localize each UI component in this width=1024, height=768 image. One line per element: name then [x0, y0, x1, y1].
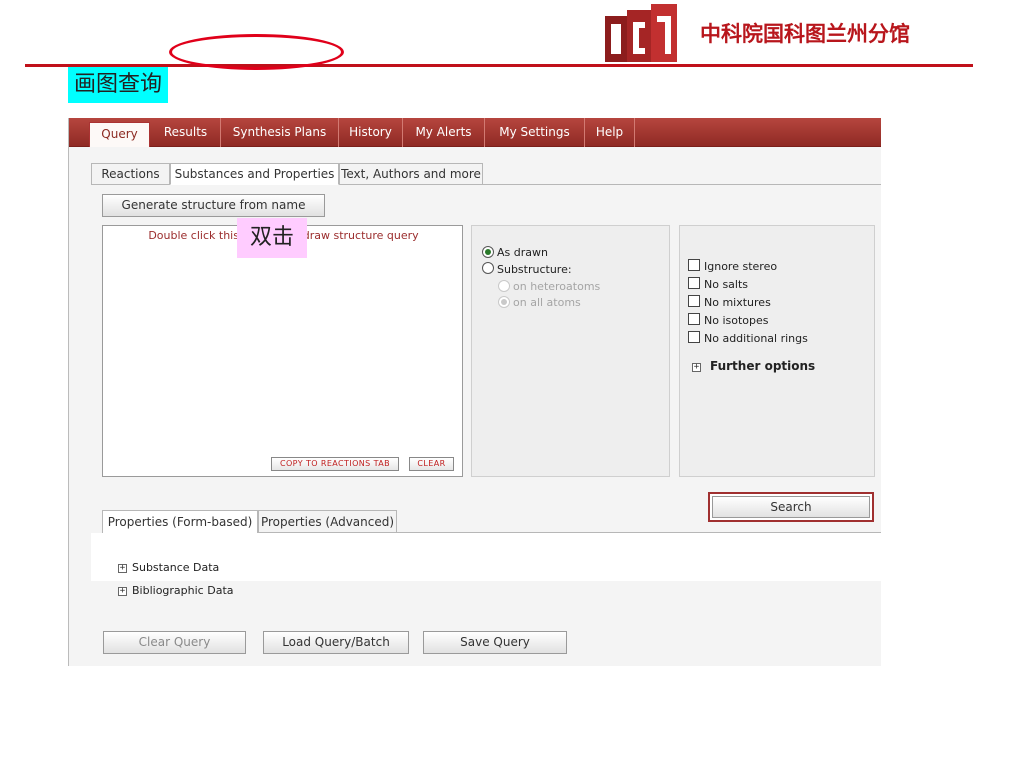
no-isotopes-label: No isotopes	[704, 314, 769, 327]
on-heteroatoms-radio	[498, 280, 510, 292]
further-options-link[interactable]: Further options	[710, 359, 815, 373]
tab-substances-and-properties[interactable]: Substances and Properties	[170, 163, 339, 185]
nav-synthesis-plans[interactable]: Synthesis Plans	[221, 118, 339, 147]
on-all-atoms-radio	[498, 296, 510, 308]
organization-name: 中科院国科图兰州分馆	[700, 21, 910, 46]
nav-help[interactable]: Help	[585, 118, 635, 147]
ignore-stereo-label: Ignore stereo	[704, 260, 778, 273]
no-mixtures-label: No mixtures	[704, 296, 771, 309]
substructure-label: Substructure:	[497, 263, 572, 276]
no-additional-rings-checkbox[interactable]	[688, 331, 700, 343]
no-salts-checkbox[interactable]	[688, 277, 700, 289]
tab-reactions[interactable]: Reactions	[91, 163, 170, 185]
no-salts-label: No salts	[704, 278, 749, 291]
main-navigation: Query Results Synthesis Plans History My…	[69, 118, 881, 147]
load-query-batch-button[interactable]: Load Query/Batch	[263, 631, 409, 654]
structure-drawing-frame[interactable]: Double click this frame and draw structu…	[102, 225, 463, 477]
slide-title: 画图查询	[68, 67, 169, 103]
tab-properties-advanced[interactable]: Properties (Advanced)	[258, 510, 397, 533]
properties-area: + Substance Data	[91, 533, 881, 581]
search-options-panel: Ignore stereo No salts No mixtures No is…	[679, 225, 875, 477]
expand-bibliographic-data-icon[interactable]: +	[118, 587, 127, 596]
double-click-annotation: 双击	[237, 218, 307, 258]
no-isotopes-checkbox[interactable]	[688, 313, 700, 325]
nav-query[interactable]: Query	[89, 122, 150, 147]
nav-my-settings[interactable]: My Settings	[485, 118, 585, 147]
expand-substance-data-icon[interactable]: +	[118, 564, 127, 573]
no-additional-rings-label: No additional rings	[704, 332, 808, 345]
on-all-atoms-label: on all atoms	[513, 296, 581, 309]
generate-structure-button[interactable]: Generate structure from name	[102, 194, 325, 217]
expand-plus-icon[interactable]: +	[692, 363, 701, 372]
no-mixtures-checkbox[interactable]	[688, 295, 700, 307]
clear-structure-button[interactable]: CLEAR	[409, 457, 454, 471]
as-drawn-label: As drawn	[497, 246, 548, 259]
tab-properties-form-based[interactable]: Properties (Form-based)	[102, 510, 258, 534]
save-query-button[interactable]: Save Query	[423, 631, 567, 654]
library-logo-icon	[605, 4, 677, 62]
as-drawn-radio[interactable]	[482, 246, 494, 258]
copy-to-reactions-button[interactable]: COPY TO REACTIONS TAB	[271, 457, 399, 471]
nav-history[interactable]: History	[339, 118, 403, 147]
substructure-radio[interactable]	[482, 262, 494, 274]
search-mode-panel: As drawn Substructure: on heteroatoms on…	[471, 225, 670, 477]
ignore-stereo-checkbox[interactable]	[688, 259, 700, 271]
bibliographic-data-section[interactable]: Bibliographic Data	[132, 584, 234, 597]
substance-data-section[interactable]: Substance Data	[132, 561, 219, 574]
tab-text-authors-and-more[interactable]: Text, Authors and more	[339, 163, 483, 185]
nav-my-alerts[interactable]: My Alerts	[403, 118, 485, 147]
reaxys-query-window: Query Results Synthesis Plans History My…	[68, 118, 881, 666]
on-heteroatoms-label: on heteroatoms	[513, 280, 601, 293]
search-button-frame: Search	[708, 492, 874, 522]
query-content: Reactions Substances and Properties Text…	[69, 147, 881, 666]
search-button[interactable]: Search	[712, 496, 870, 518]
clear-query-button[interactable]: Clear Query	[103, 631, 246, 654]
nav-results[interactable]: Results	[151, 118, 221, 147]
